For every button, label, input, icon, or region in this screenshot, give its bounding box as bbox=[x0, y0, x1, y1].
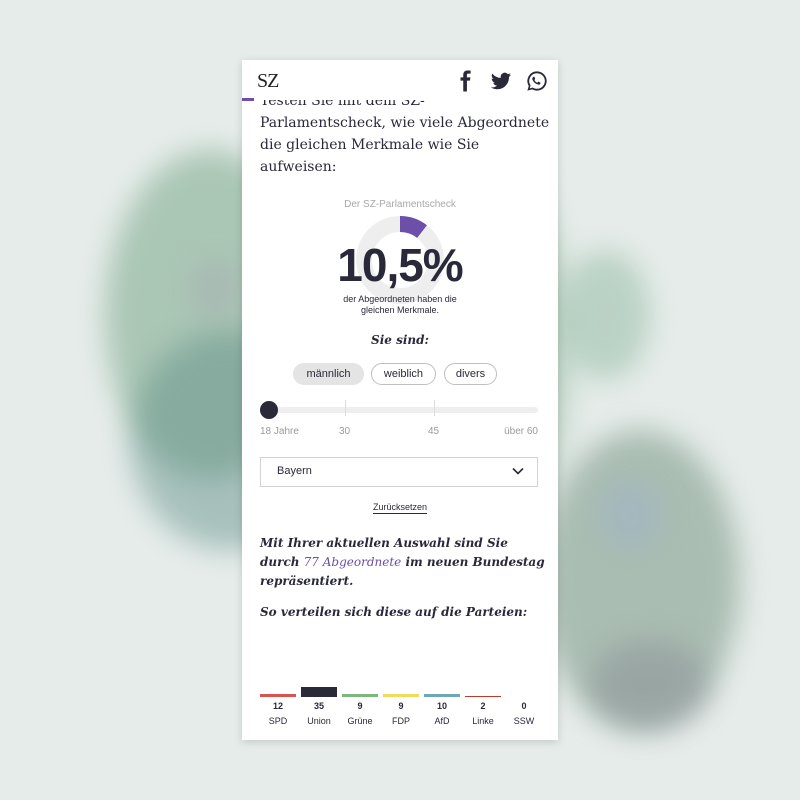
age-slider-handle[interactable] bbox=[260, 401, 278, 419]
gender-option-weiblich[interactable]: weiblich bbox=[371, 363, 436, 385]
top-bar: SZ bbox=[242, 60, 558, 101]
party-bar-value: 9 bbox=[357, 701, 363, 711]
sz-logo[interactable]: SZ bbox=[257, 70, 279, 93]
party-bar-column: 9 Grüne bbox=[340, 660, 380, 735]
age-label-18: 18 Jahre bbox=[260, 426, 299, 437]
facebook-icon[interactable] bbox=[455, 70, 477, 92]
percentage-value: 10,5% bbox=[337, 239, 463, 291]
party-bar-column: 35 Union bbox=[299, 660, 339, 735]
party-bar bbox=[260, 693, 296, 697]
reading-progress-bar bbox=[242, 98, 254, 101]
state-select[interactable]: Bayern bbox=[260, 457, 538, 487]
result-text: Mit Ihrer aktuellen Auswahl sind Sie dur… bbox=[260, 534, 546, 591]
party-bar-column: 9 FDP bbox=[381, 660, 421, 735]
reset-link-wrapper: Zurücksetzen bbox=[242, 502, 558, 514]
party-bar bbox=[424, 694, 460, 697]
gender-heading: Sie sind: bbox=[371, 333, 429, 347]
map-region bbox=[600, 480, 660, 550]
age-slider-track[interactable] bbox=[260, 407, 538, 413]
state-select-value: Bayern bbox=[277, 465, 312, 477]
party-bar-chart: 12 SPD 35 Union 9 Grüne 9 FDP 10 AfD 2 Linke 0 SSW bbox=[258, 660, 544, 735]
map-region bbox=[590, 640, 710, 730]
party-bar bbox=[342, 694, 378, 697]
party-bar-label: SSW bbox=[513, 716, 535, 726]
party-bar-label: Grüne bbox=[347, 716, 373, 726]
party-bar-value: 12 bbox=[272, 701, 283, 711]
slider-tick bbox=[434, 400, 435, 416]
party-bar-label: FDP bbox=[392, 716, 410, 726]
party-bar-column: 10 AfD bbox=[422, 660, 462, 735]
party-bar-label: SPD bbox=[268, 716, 288, 726]
party-bar bbox=[465, 696, 501, 697]
reset-link[interactable]: Zurücksetzen bbox=[372, 502, 428, 514]
percentage-subtitle: der Abgeordneten haben die gleichen Merk… bbox=[343, 294, 457, 315]
map-region bbox=[190, 260, 240, 320]
party-bar-value: 9 bbox=[398, 701, 404, 711]
check-title: Der SZ-Parlamentscheck bbox=[344, 199, 456, 210]
party-bar-column: 2 Linke bbox=[463, 660, 503, 735]
party-bar-column: 12 SPD bbox=[258, 660, 298, 735]
party-bar-label: Linke bbox=[472, 716, 494, 726]
party-bar-label: AfD bbox=[434, 716, 450, 726]
slider-tick bbox=[345, 400, 346, 416]
party-bar-value: 0 bbox=[521, 701, 527, 711]
parlamentscheck-card: Testen Sie mit dem SZ-Parlamentscheck, w… bbox=[242, 60, 558, 740]
party-bar-value: 35 bbox=[313, 701, 324, 711]
age-label-60: über 60 bbox=[504, 426, 538, 437]
party-bar-value: 2 bbox=[480, 701, 486, 711]
gender-option-divers[interactable]: divers bbox=[444, 363, 497, 385]
party-bar bbox=[383, 694, 419, 697]
party-bar-value: 10 bbox=[436, 701, 447, 711]
intro-text: Testen Sie mit dem SZ-Parlamentscheck, w… bbox=[260, 93, 550, 175]
whatsapp-icon[interactable] bbox=[526, 70, 548, 92]
party-bar-label: Union bbox=[307, 716, 331, 726]
age-label-45: 45 bbox=[428, 426, 440, 437]
distribution-heading: So verteilen sich diese auf die Parteien… bbox=[260, 605, 528, 619]
party-bar-column: 0 SSW bbox=[504, 660, 544, 735]
gender-option-maennlich[interactable]: männlich bbox=[293, 363, 364, 385]
chevron-down-icon bbox=[512, 467, 524, 475]
map-region bbox=[560, 250, 650, 380]
age-label-30: 30 bbox=[339, 426, 351, 437]
party-bar bbox=[301, 687, 337, 697]
result-highlight: 77 Abgeordnete bbox=[303, 555, 402, 569]
twitter-icon[interactable] bbox=[490, 70, 512, 92]
